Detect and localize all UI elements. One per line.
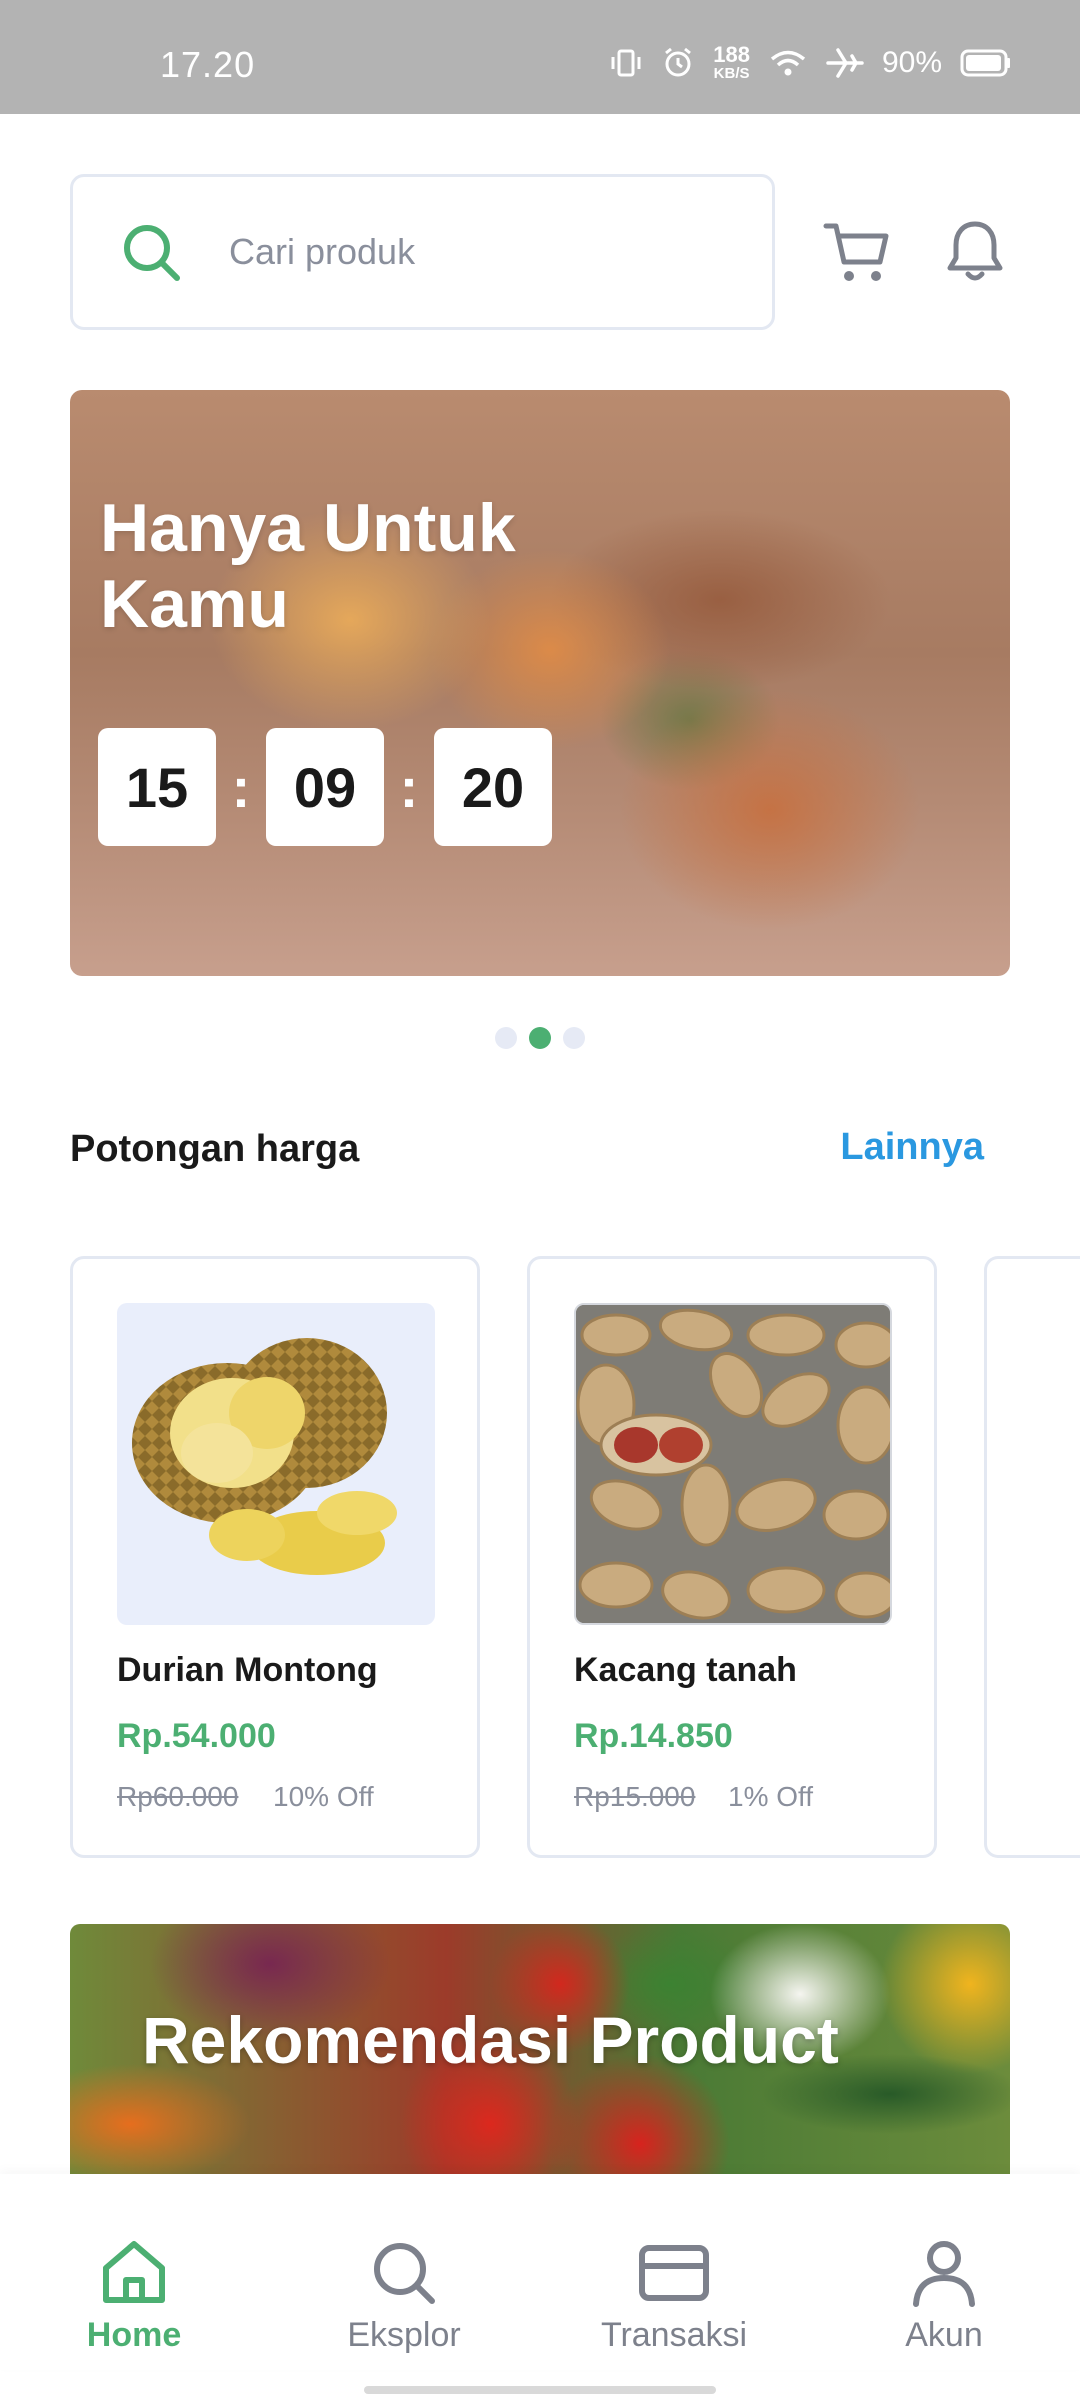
nav-explore[interactable]: Eksplor <box>304 2238 504 2355</box>
network-speed: 188 KB/S <box>713 42 750 82</box>
carousel-dot-active[interactable] <box>529 1027 551 1049</box>
nav-label: Transaksi <box>600 2316 748 2354</box>
timer-hours: 15 <box>98 728 216 846</box>
section-title: Potongan harga <box>70 1128 360 1170</box>
network-speed-value: 188 <box>713 42 750 67</box>
alarm-icon <box>661 46 695 80</box>
nav-home[interactable]: Home <box>34 2238 234 2355</box>
user-icon <box>913 2241 975 2307</box>
timer-separator: : <box>231 755 251 819</box>
status-bar: 17.20 188 KB/S 90% <box>0 0 1080 114</box>
product-image <box>574 1303 892 1625</box>
card-icon <box>639 2245 709 2301</box>
timer-seconds: 20 <box>434 728 552 846</box>
nav-account[interactable]: Akun <box>844 2238 1044 2355</box>
airplane-mode-icon <box>826 46 864 80</box>
product-card-partial[interactable] <box>984 1256 1080 1858</box>
battery-icon <box>960 48 1012 78</box>
search-icon <box>124 225 180 281</box>
carousel-dot[interactable] <box>563 1027 585 1049</box>
cart-icon <box>823 223 889 281</box>
search-bar[interactable] <box>70 174 775 330</box>
status-icons: 188 KB/S 90% <box>609 44 1012 81</box>
bottom-navigation: Home Eksplor Transaksi Akun <box>0 2174 1080 2370</box>
nav-transaction[interactable]: Transaksi <box>574 2238 774 2355</box>
timer-separator: : <box>399 755 419 819</box>
battery-percentage: 90% <box>881 45 942 79</box>
bell-icon <box>947 221 1003 281</box>
nav-label: Akun <box>905 2316 983 2354</box>
product-name: Kacang tanah <box>574 1651 797 1689</box>
carousel-dot[interactable] <box>495 1027 517 1049</box>
product-price: Rp.14.850 <box>574 1717 733 1755</box>
carousel-indicator <box>0 1027 1080 1049</box>
product-original-price: Rp60.000 <box>117 1781 239 1812</box>
product-card[interactable]: Durian Montong Rp.54.000 Rp60.000 10% Of… <box>70 1256 480 1858</box>
product-image <box>117 1303 435 1625</box>
nav-label: Eksplor <box>347 2316 461 2354</box>
network-speed-unit: KB/S <box>713 65 750 82</box>
product-name: Durian Montong <box>117 1651 378 1689</box>
product-original-price: Rp15.000 <box>574 1781 696 1812</box>
home-indicator[interactable] <box>364 2386 716 2394</box>
product-discount: 1% Off <box>728 1781 814 1812</box>
status-time: 17.20 <box>160 44 256 85</box>
notification-button[interactable] <box>944 218 1006 284</box>
recommendation-title: Rekomendasi Product <box>142 2003 839 2077</box>
cart-button[interactable] <box>822 220 894 286</box>
timer-minutes: 09 <box>266 728 384 846</box>
home-icon <box>103 2241 165 2303</box>
product-price: Rp.54.000 <box>117 1717 276 1755</box>
banner-title: Hanya Untuk Kamu <box>100 490 516 643</box>
recommendation-banner[interactable]: Rekomendasi Product <box>70 1924 1010 2174</box>
wifi-icon <box>768 46 808 80</box>
product-discount: 10% Off <box>273 1781 374 1812</box>
vibrate-icon <box>609 46 643 80</box>
countdown-timer: 15 : 09 : 20 <box>98 728 552 846</box>
search-icon <box>374 2243 435 2304</box>
nav-label: Home <box>86 2316 182 2354</box>
promo-banner[interactable]: Hanya Untuk Kamu 15 : 09 : 20 <box>70 390 1010 976</box>
product-card[interactable]: Kacang tanah Rp.14.850 Rp15.000 1% Off <box>527 1256 937 1858</box>
see-more-link[interactable]: Lainnya <box>840 1126 984 1169</box>
search-input[interactable] <box>229 231 709 273</box>
